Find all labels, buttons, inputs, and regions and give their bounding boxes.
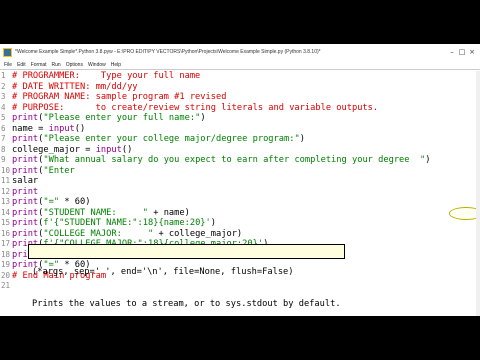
code-line[interactable]: print("Enter — [12, 166, 480, 177]
calltip-doc: Prints the values to a stream, or to sys… — [32, 298, 341, 309]
line-number: 11 — [1, 176, 11, 185]
code-line[interactable]: print("What annual salary do you expect … — [12, 155, 480, 166]
code-line[interactable]: # PROGRAM NAME: sample program #1 revise… — [12, 92, 480, 103]
code-token: print — [12, 186, 39, 197]
code-token: * 60) — [59, 197, 91, 207]
code-token: print — [12, 134, 39, 144]
code-area[interactable]: # PROGRAMMER: Type your full name # DATE … — [12, 71, 480, 316]
calltip-signature: (*args, sep=' ', end='\n', file=None, fl… — [32, 267, 294, 277]
vertical-scrollbar[interactable] — [476, 71, 480, 316]
code-token: "What annual salary do you expect to ear… — [43, 155, 426, 165]
code-token: ) — [425, 155, 431, 165]
line-number: 17 — [1, 239, 11, 248]
code-token: "STUDENT NAME: " — [43, 207, 148, 218]
maximize-icon[interactable]: □ — [457, 48, 467, 56]
menu-window[interactable]: Window — [88, 62, 106, 68]
line-number: 14 — [1, 207, 11, 217]
code-token: input — [48, 123, 75, 134]
menu-options[interactable]: Options — [66, 62, 83, 68]
line-number: 18 — [1, 249, 11, 259]
line-number: 2 — [1, 81, 6, 91]
close-icon[interactable]: × — [467, 48, 477, 56]
code-token: print — [12, 207, 39, 218]
line-number: 6 — [1, 123, 6, 133]
line-number: 13 — [1, 197, 11, 206]
code-token: f'{"STUDENT NAME:":18}{name:20}' — [43, 218, 211, 228]
menu-edit[interactable]: Edit — [17, 62, 26, 68]
code-editor[interactable]: 1 2 3 4 5 6 7 8 9 10 11 12 13 14 15 16 17 18 19 20 21 # PROG… — [0, 71, 480, 316]
line-number: 3 — [1, 92, 6, 101]
code-token: print — [12, 113, 39, 123]
code-token: + college_major) — [153, 228, 243, 239]
code-line[interactable]: print("COLLEGE MAJOR: " + college_major) — [12, 229, 480, 240]
menu-file[interactable]: File — [4, 62, 12, 68]
line-number: 7 — [1, 134, 6, 143]
line-number: 1 — [1, 71, 6, 80]
code-token: () — [74, 123, 86, 134]
line-number-gutter: 1 2 3 4 5 6 7 8 9 10 11 12 13 14 15 16 17 18 19 20 21 — [0, 71, 12, 316]
code-line[interactable]: print("=" * 60) — [12, 197, 480, 208]
code-token: print — [12, 155, 39, 165]
line-number: 8 — [1, 144, 6, 154]
code-token: # DATE WRITTEN: mm/dd/yy — [12, 81, 138, 92]
window-title: *Welcome Example Simple*.Python 3.8.pyw … — [15, 49, 321, 55]
line-number: 12 — [1, 186, 11, 196]
code-token: "Enter — [43, 165, 75, 176]
python-icon — [3, 47, 12, 57]
line-number: 4 — [1, 102, 6, 112]
line-number: 21 — [1, 281, 11, 290]
menu-help[interactable]: Help — [111, 62, 121, 68]
code-token: "=" — [43, 197, 60, 207]
line-number: 16 — [1, 228, 11, 238]
code-token: input — [95, 144, 122, 155]
code-token: + name) — [148, 207, 190, 218]
code-token: print — [12, 197, 39, 207]
code-token: # PROGRAM NAME: sample program #1 revise… — [12, 92, 227, 102]
code-token: ) — [200, 113, 206, 123]
line-number: 9 — [1, 155, 6, 164]
code-token: ) — [299, 134, 305, 144]
menu-format[interactable]: Format — [31, 62, 47, 68]
calltip-tooltip: (*args, sep=' ', end='\n', file=None, fl… — [28, 244, 345, 309]
line-number: 5 — [1, 113, 6, 122]
code-token: name = — [12, 123, 49, 134]
code-token: "COLLEGE MAJOR: " — [43, 228, 154, 239]
code-line[interactable]: salar — [12, 176, 480, 187]
line-number: 19 — [1, 260, 11, 269]
code-token: salar — [12, 176, 39, 186]
code-token: # PROGRAMMER: Type your full name — [12, 71, 201, 81]
code-token: "Please enter your college major/degree … — [43, 134, 300, 144]
code-line[interactable]: # DATE WRITTEN: mm/dd/yy — [12, 82, 480, 93]
code-token: print — [12, 165, 39, 176]
code-token: print — [12, 228, 39, 239]
code-line[interactable]: name = input() — [12, 124, 480, 135]
code-line[interactable]: # PROGRAMMER: Type your full name — [12, 71, 480, 82]
line-number: 10 — [1, 165, 11, 175]
menu-bar: File Edit Format Run Options Window Help — [0, 60, 480, 70]
code-token: print — [12, 218, 39, 228]
line-number: 20 — [1, 270, 11, 280]
menu-run[interactable]: Run — [52, 62, 61, 68]
code-token: ) — [210, 218, 216, 228]
code-token: # PURPOSE: to create/review string liter… — [12, 102, 379, 113]
code-token: () — [121, 144, 133, 155]
title-bar: *Welcome Example Simple*.Python 3.8.pyw … — [0, 44, 480, 60]
minimize-icon[interactable]: – — [447, 48, 457, 56]
line-number: 15 — [1, 218, 11, 227]
code-token: "Please enter your full name:" — [43, 113, 201, 123]
code-line[interactable]: # PURPOSE: to create/review string liter… — [12, 103, 480, 114]
code-line[interactable]: college_major = input() — [12, 145, 480, 156]
code-line[interactable]: print("STUDENT NAME: " + name) — [12, 208, 480, 219]
idle-editor-window: *Welcome Example Simple*.Python 3.8.pyw … — [0, 44, 480, 316]
code-line[interactable]: print("Please enter your college major/d… — [12, 134, 480, 145]
code-line[interactable]: print — [12, 187, 480, 198]
code-line[interactable]: print(f'{"STUDENT NAME:":18}{name:20}') — [12, 218, 480, 229]
code-line[interactable]: print("Please enter your full name:") — [12, 113, 480, 124]
code-token: college_major = — [12, 144, 96, 155]
